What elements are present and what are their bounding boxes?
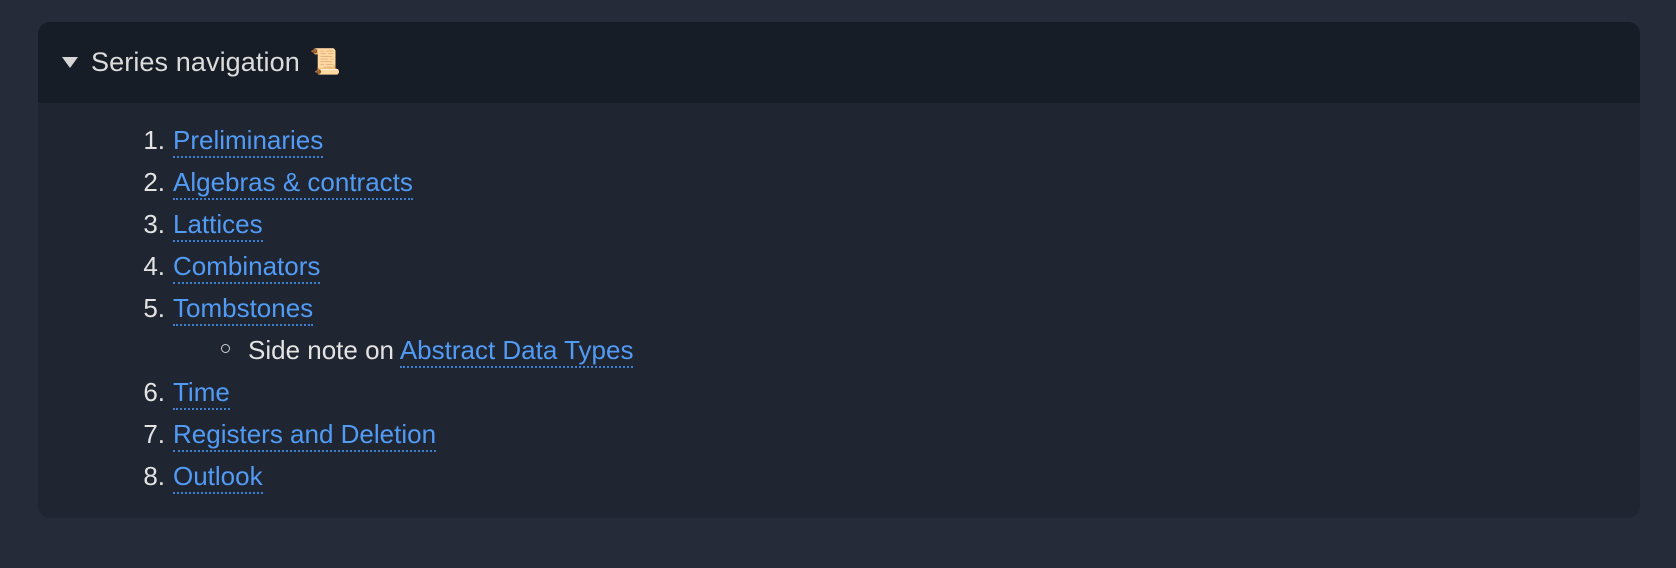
list-item: 3. Lattices — [38, 203, 1640, 245]
page-root: Series navigation 📜 1. Preliminaries 2. … — [0, 0, 1676, 568]
list-item: 1. Preliminaries — [38, 119, 1640, 161]
list-item-number: 5. — [143, 293, 165, 323]
side-note-list: Side note on Abstract Data Types — [38, 329, 1640, 371]
list-item: 5. Tombstones — [38, 287, 1640, 329]
series-link-time[interactable]: Time — [173, 377, 230, 410]
list-item-number: 8. — [143, 461, 165, 491]
list-item: 6. Time — [38, 371, 1640, 413]
list-item-number: 6. — [143, 377, 165, 407]
side-note-link-abstract-data-types[interactable]: Abstract Data Types — [399, 335, 634, 368]
scroll-emoji: 📜 — [309, 48, 341, 76]
series-navigation-header[interactable]: Series navigation 📜 — [38, 22, 1640, 103]
series-link-lattices[interactable]: Lattices — [173, 209, 263, 242]
list-item-number: 2. — [143, 167, 165, 197]
series-navigation-title: Series navigation — [91, 47, 300, 77]
series-link-outlook[interactable]: Outlook — [173, 461, 263, 494]
side-note-prefix: Side note on — [248, 335, 400, 365]
list-item: 2. Algebras & contracts — [38, 161, 1640, 203]
series-link-algebras-contracts[interactable]: Algebras & contracts — [173, 167, 413, 200]
list-item-number: 1. — [143, 125, 165, 155]
circle-outline-bullet-icon — [221, 344, 230, 353]
list-item-number: 4. — [143, 251, 165, 281]
series-link-registers-and-deletion[interactable]: Registers and Deletion — [173, 419, 437, 452]
list-item-number: 3. — [143, 209, 165, 239]
list-item: 8. Outlook — [38, 455, 1640, 497]
series-link-tombstones[interactable]: Tombstones — [173, 293, 314, 326]
series-list: 1. Preliminaries 2. Algebras & contracts… — [38, 119, 1640, 497]
series-navigation-card: Series navigation 📜 1. Preliminaries 2. … — [38, 22, 1640, 518]
series-link-preliminaries[interactable]: Preliminaries — [173, 125, 324, 158]
list-item: Side note on Abstract Data Types — [38, 329, 1640, 371]
list-item: 7. Registers and Deletion — [38, 413, 1640, 455]
series-link-combinators[interactable]: Combinators — [173, 251, 321, 284]
series-navigation-body: 1. Preliminaries 2. Algebras & contracts… — [38, 103, 1640, 497]
list-item: 4. Combinators — [38, 245, 1640, 287]
list-item-number: 7. — [143, 419, 165, 449]
triangle-down-icon[interactable] — [62, 57, 78, 68]
